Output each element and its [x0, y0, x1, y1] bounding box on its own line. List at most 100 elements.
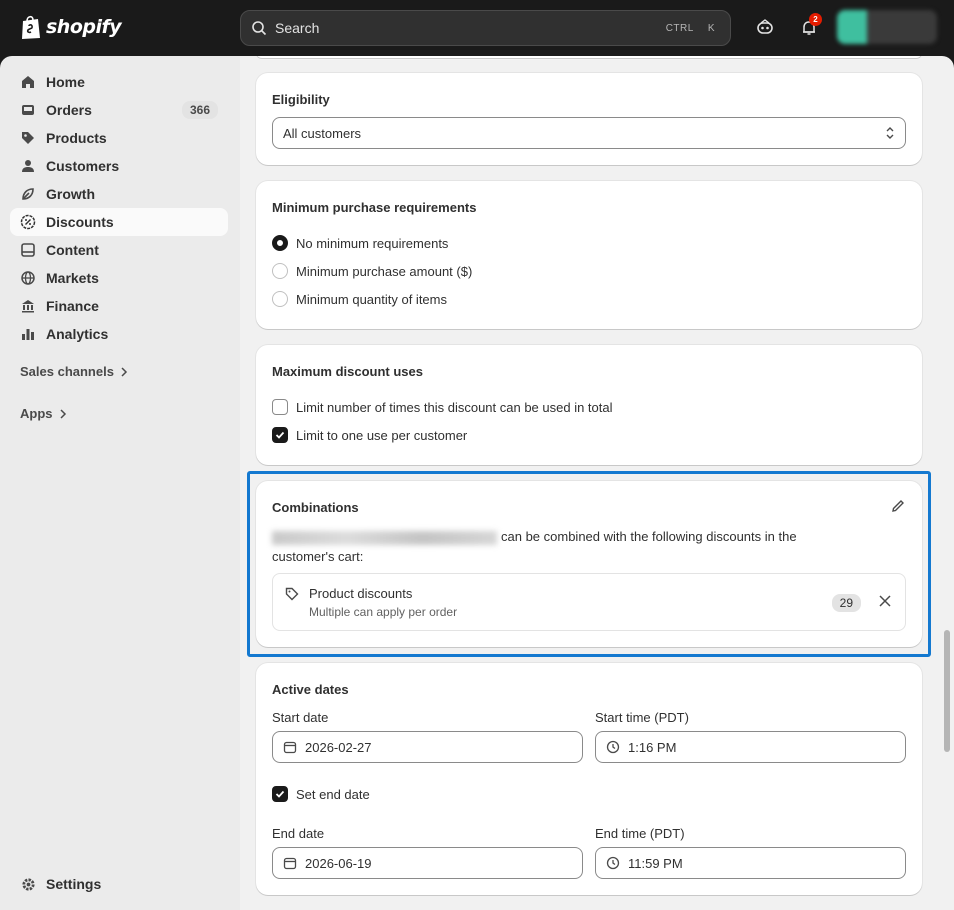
discount-icon	[20, 214, 36, 230]
shortcut-k: K	[707, 22, 715, 34]
sidebar-item-label: Home	[46, 74, 85, 90]
radio-label: Minimum quantity of items	[296, 291, 447, 307]
radio-button[interactable]	[272, 263, 288, 279]
globe-icon	[20, 270, 36, 286]
sidebar-item-label: Products	[46, 130, 107, 146]
search-bar[interactable]: Search CTRL K	[240, 10, 731, 46]
eligibility-card: Eligibility All customers	[256, 73, 922, 165]
person-icon	[20, 158, 36, 174]
sidebar-item-finance[interactable]: Finance	[10, 292, 228, 320]
chevron-right-icon	[121, 366, 128, 377]
minimum-title: Minimum purchase requirements	[272, 200, 477, 215]
sidebar-item-growth[interactable]: Growth	[10, 180, 228, 208]
top-bar: shopify Search CTRL K 2	[0, 0, 954, 56]
active-dates-title: Active dates	[272, 682, 349, 697]
end-time-input[interactable]: 11:59 PM	[595, 847, 906, 879]
start-date-input[interactable]: 2026-02-27	[272, 731, 583, 763]
highlight-box	[247, 471, 931, 657]
sidebar-item-label: Markets	[46, 270, 99, 286]
eligibility-select[interactable]: All customers	[272, 117, 906, 149]
sidebar-item-home[interactable]: Home	[10, 68, 228, 96]
checkbox[interactable]	[272, 399, 288, 415]
checkbox-limit-total[interactable]: Limit number of times this discount can …	[272, 399, 613, 415]
sidebar-item-orders[interactable]: Orders 366	[10, 96, 228, 124]
start-time-value: 1:16 PM	[628, 739, 677, 755]
calendar-icon	[283, 741, 297, 754]
store-assistant-button[interactable]	[753, 16, 777, 40]
start-date-value: 2026-02-27	[305, 739, 372, 755]
radio-button[interactable]	[272, 235, 288, 251]
checkmark-icon	[275, 431, 285, 439]
shopify-logo[interactable]: shopify	[20, 14, 122, 40]
sidebar-item-label: Content	[46, 242, 99, 258]
checkbox[interactable]	[272, 427, 288, 443]
radio-label: No minimum requirements	[296, 235, 449, 251]
active-dates-card: Active dates Start date 2026-02-27 Start…	[256, 663, 922, 895]
eligibility-title: Eligibility	[272, 92, 330, 107]
chevron-right-icon	[59, 408, 66, 419]
checkbox-set-end-date[interactable]: Set end date	[272, 786, 370, 802]
sidebar-item-markets[interactable]: Markets	[10, 264, 228, 292]
home-icon	[20, 74, 36, 90]
shopify-bag-icon	[22, 15, 40, 39]
sidebar-item-products[interactable]: Products	[10, 124, 228, 152]
end-time-value: 11:59 PM	[628, 855, 683, 871]
start-date-label: Start date	[272, 710, 329, 725]
checkmark-icon	[275, 790, 285, 798]
checkbox-label: Set end date	[296, 786, 370, 802]
select-chevron-icon	[886, 127, 894, 139]
apps-link[interactable]: Apps	[20, 406, 67, 421]
radio-button[interactable]	[272, 291, 288, 307]
search-shortcut: CTRL K	[661, 21, 720, 36]
notifications-button[interactable]: 2	[797, 13, 822, 40]
sidebar-item-label: Customers	[46, 158, 120, 174]
end-date-label: End date	[272, 826, 325, 841]
brand-name: shopify	[46, 16, 122, 38]
calendar-icon	[283, 857, 297, 870]
shortcut-ctrl: CTRL	[665, 22, 694, 34]
inbox-icon	[20, 102, 36, 118]
sales-channels-label: Sales channels	[20, 364, 114, 379]
growth-icon	[20, 186, 36, 202]
sidebar-item-customers[interactable]: Customers	[10, 152, 228, 180]
bank-icon	[20, 298, 36, 314]
start-time-label: Start time (PDT)	[595, 710, 689, 725]
end-date-value: 2026-06-19	[305, 855, 372, 871]
sidebar-item-label: Finance	[46, 298, 99, 314]
sidebar-item-settings[interactable]: Settings	[10, 870, 228, 898]
sidebar: Home Orders 366 Products Customers Growt…	[0, 56, 240, 910]
eligibility-value: All customers	[283, 125, 362, 141]
sidebar-item-content[interactable]: Content	[10, 236, 228, 264]
end-date-input[interactable]: 2026-06-19	[272, 847, 583, 879]
apps-label: Apps	[20, 406, 53, 421]
radio-no-minimum[interactable]: No minimum requirements	[272, 235, 448, 251]
radio-minimum-amount[interactable]: Minimum purchase amount ($)	[272, 263, 472, 279]
vertical-scrollbar[interactable]	[944, 630, 950, 752]
start-time-input[interactable]: 1:16 PM	[595, 731, 906, 763]
radio-minimum-quantity[interactable]: Minimum quantity of items	[272, 291, 447, 307]
clock-icon	[606, 856, 620, 870]
orders-count-badge: 366	[181, 101, 218, 119]
sidebar-item-label: Orders	[46, 102, 92, 118]
sales-channels-link[interactable]: Sales channels	[20, 364, 128, 379]
sidebar-item-label: Discounts	[46, 214, 114, 230]
assistant-icon	[757, 19, 773, 34]
content-icon	[20, 242, 36, 258]
minimum-requirements-card: Minimum purchase requirements No minimum…	[256, 181, 922, 329]
search-icon	[252, 21, 267, 36]
tag-icon	[20, 130, 36, 146]
checkbox-label: Limit to one use per customer	[296, 427, 468, 443]
sidebar-nav: Home Orders 366 Products Customers Growt…	[10, 68, 228, 348]
clock-icon	[606, 740, 620, 754]
sidebar-item-discounts[interactable]: Discounts	[10, 208, 228, 236]
checkbox-one-per-customer[interactable]: Limit to one use per customer	[272, 427, 467, 443]
bar-chart-icon	[20, 326, 36, 342]
gear-icon	[20, 876, 36, 892]
checkbox[interactable]	[272, 786, 288, 802]
sidebar-item-label: Analytics	[46, 326, 109, 342]
maximum-uses-card: Maximum discount uses Limit number of ti…	[256, 345, 922, 465]
max-uses-title: Maximum discount uses	[272, 364, 423, 379]
end-time-label: End time (PDT)	[595, 826, 685, 841]
sidebar-item-analytics[interactable]: Analytics	[10, 320, 228, 348]
account-avatar[interactable]	[837, 10, 937, 44]
